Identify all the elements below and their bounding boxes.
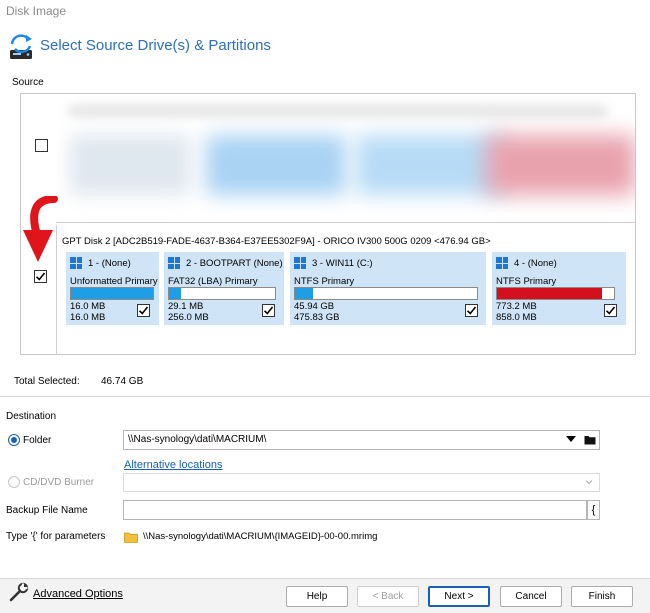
partition-3-used: 45.94 GB <box>294 301 335 312</box>
red-arrow-annotation <box>23 196 58 262</box>
disk-2-checkbox[interactable] <box>34 270 47 283</box>
partition-2-name: 2 - BOOTPART (None) <box>186 257 283 269</box>
partition-1-total: 16.0 MB <box>70 312 106 323</box>
windows-icon <box>168 257 180 269</box>
cd-dvd-label: CD/DVD Burner <box>23 477 95 488</box>
resulting-path-value: \\Nas-synology\dati\MACRIUM\{IMAGEID}-00… <box>143 531 378 542</box>
disk-1-checkbox[interactable] <box>35 139 48 152</box>
disk-2-title: GPT Disk 2 [ADC2B519-FADE-4637-B364-E37E… <box>62 236 491 247</box>
partition-3-usage-bar <box>294 287 478 300</box>
backup-file-name-input[interactable] <box>123 500 587 520</box>
dropdown-arrow-icon[interactable] <box>566 436 576 442</box>
partition-4-type: NTFS Primary <box>496 276 557 287</box>
partition-4-checkbox[interactable] <box>604 304 617 317</box>
insert-parameter-button[interactable]: { <box>587 500 600 520</box>
partition-3-total: 475.83 GB <box>294 312 340 323</box>
backup-file-name-label: Backup File Name <box>6 505 88 516</box>
checkmark-icon <box>605 306 616 315</box>
browse-folder-icon[interactable] <box>584 434 596 446</box>
page-title: Select Source Drive(s) & Partitions <box>40 37 271 54</box>
windows-icon <box>70 257 82 269</box>
total-selected-value: 46.74 GB <box>101 376 144 387</box>
folder-path-value: \\Nas-synology\dati\MACRIUM\ <box>128 434 267 445</box>
partition-3-checkbox[interactable] <box>465 304 478 317</box>
checkmark-icon <box>263 306 274 315</box>
help-button[interactable]: Help <box>286 586 348 607</box>
partition-1-usage-bar <box>70 287 154 300</box>
wrench-icon[interactable] <box>8 581 30 603</box>
partition-1-used: 16.0 MB <box>70 301 106 312</box>
windows-icon <box>496 257 508 269</box>
cd-dvd-radio[interactable] <box>8 476 20 488</box>
destination-label: Destination <box>6 411 57 422</box>
disk-1-partitions-blurred <box>56 95 635 223</box>
total-selected-label: Total Selected: <box>14 376 80 387</box>
folder-icon <box>124 532 138 543</box>
windows-icon <box>294 257 306 269</box>
partition-1[interactable]: 1 - (None) Unformatted Primary 16.0 MB 1… <box>66 252 159 325</box>
folder-path-combo[interactable]: \\Nas-synology\dati\MACRIUM\ <box>123 430 600 450</box>
back-button[interactable]: < Back <box>357 586 419 607</box>
advanced-options-link[interactable]: Advanced Options <box>33 588 123 600</box>
finish-button[interactable]: Finish <box>571 586 633 607</box>
partition-2-usage-bar <box>168 287 276 300</box>
partition-2-used: 29.1 MB <box>168 301 204 312</box>
window-title: Disk Image <box>6 4 67 18</box>
checkmark-icon <box>466 306 477 315</box>
section-divider <box>0 396 650 397</box>
partition-4-used: 773.2 MB <box>496 301 537 312</box>
folder-radio[interactable] <box>8 434 20 446</box>
alternative-locations-link[interactable]: Alternative locations <box>124 459 222 471</box>
partition-4-usage-bar <box>496 287 615 300</box>
partition-2-checkbox[interactable] <box>262 304 275 317</box>
chevron-down-icon <box>585 480 593 485</box>
cd-dvd-combo[interactable] <box>123 473 600 492</box>
partition-3-type: NTFS Primary <box>294 276 355 287</box>
partition-1-name: 1 - (None) <box>88 257 131 269</box>
parameters-hint-label: Type '{' for parameters <box>6 531 106 542</box>
partition-4-name: 4 - (None) <box>514 257 557 269</box>
partition-2-total: 256.0 MB <box>168 312 209 323</box>
source-label: Source <box>12 77 44 88</box>
folder-radio-label[interactable]: Folder <box>23 435 51 446</box>
partition-3-name: 3 - WIN11 (C:) <box>312 257 373 269</box>
disk-image-icon <box>10 34 32 59</box>
partition-3[interactable]: 3 - WIN11 (C:) NTFS Primary 45.94 GB 475… <box>290 252 486 325</box>
checkmark-icon <box>138 306 149 315</box>
partition-1-type: Unformatted Primary <box>70 276 158 287</box>
partition-2[interactable]: 2 - BOOTPART (None) FAT32 (LBA) Primary … <box>164 252 284 325</box>
partition-1-checkbox[interactable] <box>137 304 150 317</box>
partition-4-total: 858.0 MB <box>496 312 537 323</box>
partition-4[interactable]: 4 - (None) NTFS Primary 773.2 MB 858.0 M… <box>492 252 626 325</box>
checkmark-icon <box>35 272 46 281</box>
cancel-button[interactable]: Cancel <box>500 586 562 607</box>
next-button[interactable]: Next > <box>428 586 490 607</box>
partition-2-type: FAT32 (LBA) Primary <box>168 276 258 287</box>
